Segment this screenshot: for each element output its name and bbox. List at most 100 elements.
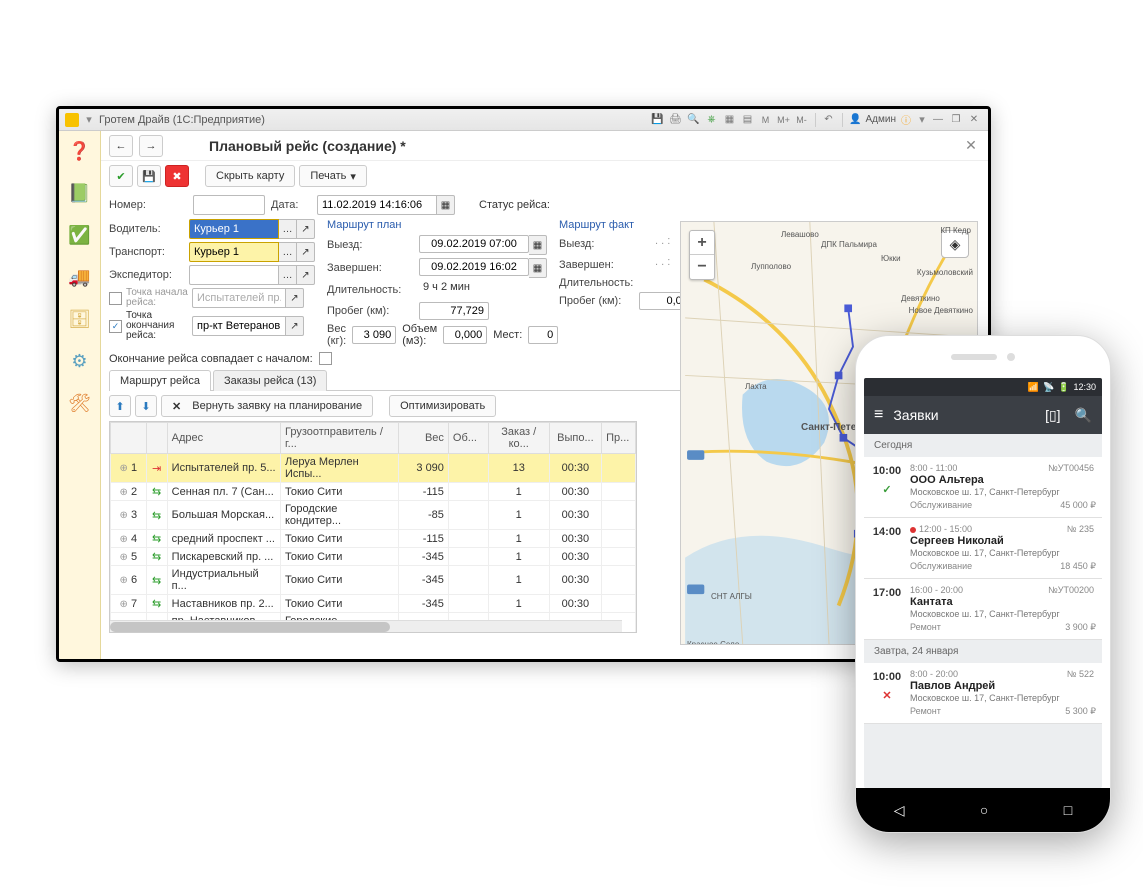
nav-fwd-button[interactable]: → xyxy=(139,135,163,157)
return-button[interactable]: ✕ Вернуть заявку на планирование xyxy=(161,395,373,417)
plan-seats-input[interactable] xyxy=(528,326,558,344)
hide-map-button[interactable]: Скрыть карту xyxy=(205,165,295,187)
titlebar-nav-icon[interactable]: ⎈ xyxy=(704,112,720,128)
titlebar-info-dropdown[interactable]: ▾ xyxy=(916,113,928,127)
fact-header: Маршрут факт xyxy=(559,219,699,231)
print-button[interactable]: Печать ▾ xyxy=(299,165,367,187)
end-point-input[interactable] xyxy=(192,316,286,336)
table-row[interactable]: ⊕ 7⇆Наставников пр. 2...Токио Сити-34510… xyxy=(111,595,636,613)
nav-home-icon[interactable]: ○ xyxy=(980,802,988,818)
titlebar-minimize-icon[interactable]: — xyxy=(930,112,946,128)
plan-dep-label: Выезд: xyxy=(327,239,415,251)
titlebar-save-icon[interactable]: 💾 xyxy=(650,112,666,128)
side-truck-icon[interactable]: 🚚 xyxy=(66,263,94,291)
titlebar-back-icon[interactable]: ↶ xyxy=(821,112,837,128)
plan-vol-label: Объем (м3): xyxy=(402,323,437,347)
request-card[interactable]: 10:00✓8:00 - 11:00№УТ00456ООО АльтераМос… xyxy=(864,457,1102,518)
plan-weight-input[interactable] xyxy=(352,326,396,344)
menu-icon[interactable]: ≡ xyxy=(874,406,883,424)
table-row[interactable]: ⊕ 6⇆Индустриальный п...Токио Сити-345100… xyxy=(111,566,636,595)
open-icon[interactable]: ↗ xyxy=(297,265,315,285)
titlebar-calendar-icon[interactable]: ▦ xyxy=(722,112,738,128)
delete-button[interactable]: ✖ xyxy=(165,165,189,187)
request-card[interactable]: 14:0012:00 - 15:00№ 235Сергеев НиколайМо… xyxy=(864,518,1102,579)
titlebar-info-icon[interactable]: ⓘ xyxy=(898,112,914,128)
search-icon[interactable]: 🔍 xyxy=(1075,407,1092,424)
zoom-out-button[interactable]: − xyxy=(690,255,714,279)
calendar-icon[interactable]: ▦ xyxy=(529,235,547,255)
titlebar-maximize-icon[interactable]: ❐ xyxy=(948,112,964,128)
side-check-icon[interactable]: ✅ xyxy=(66,221,94,249)
tab-orders[interactable]: Заказы рейса (13) xyxy=(213,370,327,391)
start-point-checkbox[interactable] xyxy=(109,292,122,305)
match-checkbox[interactable] xyxy=(319,352,332,365)
request-card[interactable]: 17:0016:00 - 20:00№УТ00200КантатаМосковс… xyxy=(864,579,1102,640)
end-point-checkbox[interactable] xyxy=(109,320,122,333)
table-row[interactable]: ⊕ 1⇥Испытателей пр. 5...Леруа Мерлен Исп… xyxy=(111,454,636,483)
titlebar-m-plus[interactable]: M+ xyxy=(776,112,792,128)
phone-time: 12:30 xyxy=(1073,382,1096,392)
phone-statusbar: 📶 📡 🔋 12:30 xyxy=(864,378,1102,396)
plan-dep-input[interactable] xyxy=(419,235,529,253)
table-row[interactable]: ⊕ 5⇆Пискаревский пр. ...Токио Сити-34510… xyxy=(111,548,636,566)
titlebar-calc-icon[interactable]: ▤ xyxy=(740,112,756,128)
separator xyxy=(842,113,843,127)
number-input[interactable] xyxy=(193,195,265,215)
side-database-icon[interactable]: 🗄 xyxy=(66,305,94,333)
route-grid[interactable]: Адрес Грузоотправитель / г... Вес Об... … xyxy=(110,422,636,633)
titlebar-close-icon[interactable]: ✕ xyxy=(966,112,982,128)
app-menu-dropdown[interactable]: ▾ xyxy=(83,113,95,127)
table-row[interactable]: ⊕ 2⇆Сенная пл. 7 (Сан...Токио Сити-11510… xyxy=(111,483,636,501)
side-toolbar: ❓ 📗 ✅ 🚚 🗄 ⚙ 🛠 xyxy=(59,131,101,659)
dots-icon[interactable]: … xyxy=(279,219,297,239)
table-row[interactable]: ⊕ 4⇆средний проспект ...Токио Сити-11510… xyxy=(111,530,636,548)
open-icon[interactable]: ↗ xyxy=(297,219,315,239)
request-card[interactable]: 10:00✕8:00 - 20:00№ 522Павлов АндрейМоск… xyxy=(864,663,1102,724)
nav-back-button[interactable]: ← xyxy=(109,135,133,157)
fact-run-label: Пробег (км): xyxy=(559,295,635,307)
plan-vol-input[interactable] xyxy=(443,326,487,344)
titlebar-print-icon[interactable]: 🖨 xyxy=(668,112,684,128)
save-button[interactable]: 💾 xyxy=(137,165,161,187)
titlebar-m[interactable]: М xyxy=(758,112,774,128)
open-icon[interactable]: ↗ xyxy=(286,288,304,308)
nav-recent-icon[interactable]: □ xyxy=(1064,802,1072,818)
phone-screen: 📶 📡 🔋 12:30 ≡ Заявки [▯] 🔍 Сегодня 10:00… xyxy=(864,378,1102,788)
dots-icon[interactable]: … xyxy=(279,265,297,285)
horizontal-scrollbar[interactable] xyxy=(110,620,622,632)
optimize-button[interactable]: Оптимизировать xyxy=(389,395,496,417)
tab-route[interactable]: Маршрут рейса xyxy=(109,370,211,391)
post-button[interactable]: ✔ xyxy=(109,165,133,187)
start-point-input xyxy=(192,288,286,308)
plan-header: Маршрут план xyxy=(327,219,547,231)
open-icon[interactable]: ↗ xyxy=(286,316,304,336)
scan-icon[interactable]: [▯] xyxy=(1045,407,1060,424)
plan-dur-label: Длительность: xyxy=(327,284,415,296)
move-up-button[interactable]: ⬆ xyxy=(109,395,131,417)
transport-input[interactable] xyxy=(189,242,279,262)
side-help-icon[interactable]: ❓ xyxy=(66,137,94,165)
side-settings-icon[interactable]: ⚙ xyxy=(66,347,94,375)
driver-input[interactable] xyxy=(189,219,279,239)
titlebar-search-icon[interactable]: 🔍 xyxy=(686,112,702,128)
calendar-icon[interactable]: ▦ xyxy=(529,258,547,278)
dots-icon[interactable]: … xyxy=(279,242,297,262)
side-tools-icon[interactable]: 🛠 xyxy=(66,389,94,417)
nav-back-icon[interactable]: ◁ xyxy=(894,802,905,819)
zoom-in-button[interactable]: + xyxy=(690,231,714,255)
side-folder-icon[interactable]: 📗 xyxy=(66,179,94,207)
forwarder-input[interactable] xyxy=(189,265,279,285)
appbar-title: Заявки xyxy=(893,407,938,423)
move-down-button[interactable]: ⬇ xyxy=(135,395,157,417)
number-label: Номер: xyxy=(109,199,187,211)
date-input[interactable] xyxy=(317,195,437,215)
close-document-icon[interactable]: ✕ xyxy=(962,137,980,155)
calendar-icon[interactable]: ▦ xyxy=(437,195,455,215)
open-icon[interactable]: ↗ xyxy=(297,242,315,262)
status-label: Статус рейса: xyxy=(479,199,550,211)
forwarder-label: Экспедитор: xyxy=(109,269,185,281)
plan-fin-input[interactable] xyxy=(419,258,529,276)
table-row[interactable]: ⊕ 3⇆Большая Морская...Городские кондитер… xyxy=(111,501,636,530)
titlebar-m-minus[interactable]: M- xyxy=(794,112,810,128)
plan-run-input[interactable] xyxy=(419,302,489,320)
